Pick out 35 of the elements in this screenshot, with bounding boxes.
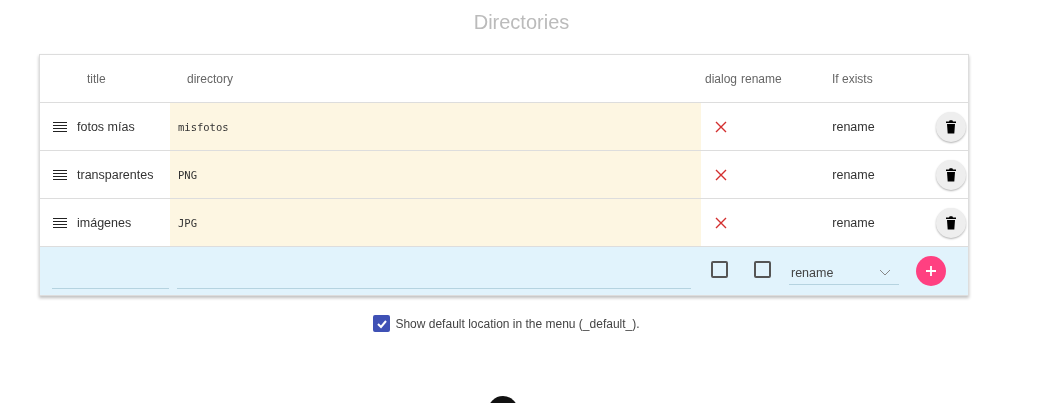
delete-button[interactable] <box>935 159 966 190</box>
table-cell: transparentes <box>77 167 154 182</box>
directory-cell: misfotos <box>178 120 229 133</box>
table-cell: fotos mías <box>77 119 135 134</box>
checkbox[interactable] <box>373 315 391 332</box>
add-button[interactable] <box>916 256 946 286</box>
column-header: directory <box>187 71 233 86</box>
delete-button[interactable] <box>935 111 966 142</box>
delete-button[interactable] <box>935 207 966 238</box>
cross-icon <box>715 168 727 181</box>
column-header: title <box>87 71 106 86</box>
plus-icon <box>926 266 936 276</box>
drag-handle-icon[interactable] <box>53 121 67 132</box>
drag-handle-icon[interactable] <box>53 169 67 180</box>
column-header: If exists <box>832 71 873 86</box>
table-cell: rename <box>832 119 875 134</box>
checkbox-label: Show default location in the menu (_default_). <box>395 316 640 331</box>
cross-icon <box>715 120 727 133</box>
chevron-down-icon <box>879 269 891 276</box>
directory-cell: PNG <box>178 168 197 181</box>
column-header: dialog <box>705 71 738 86</box>
directory-cell: JPG <box>178 216 197 229</box>
table-cell: imágenes <box>77 215 132 230</box>
checkbox[interactable] <box>754 261 771 278</box>
trash-icon <box>945 167 956 182</box>
drag-handle-icon[interactable] <box>53 217 67 228</box>
cross-icon <box>715 216 727 229</box>
trash-icon <box>945 215 956 230</box>
trash-icon <box>945 119 956 134</box>
table-cell: rename <box>832 167 875 182</box>
column-header: rename <box>741 71 782 86</box>
page-title: Directories <box>473 11 570 34</box>
checkbox[interactable] <box>711 261 728 278</box>
if-exists-dropdown[interactable]: rename <box>789 261 899 285</box>
table-cell: rename <box>832 215 875 230</box>
